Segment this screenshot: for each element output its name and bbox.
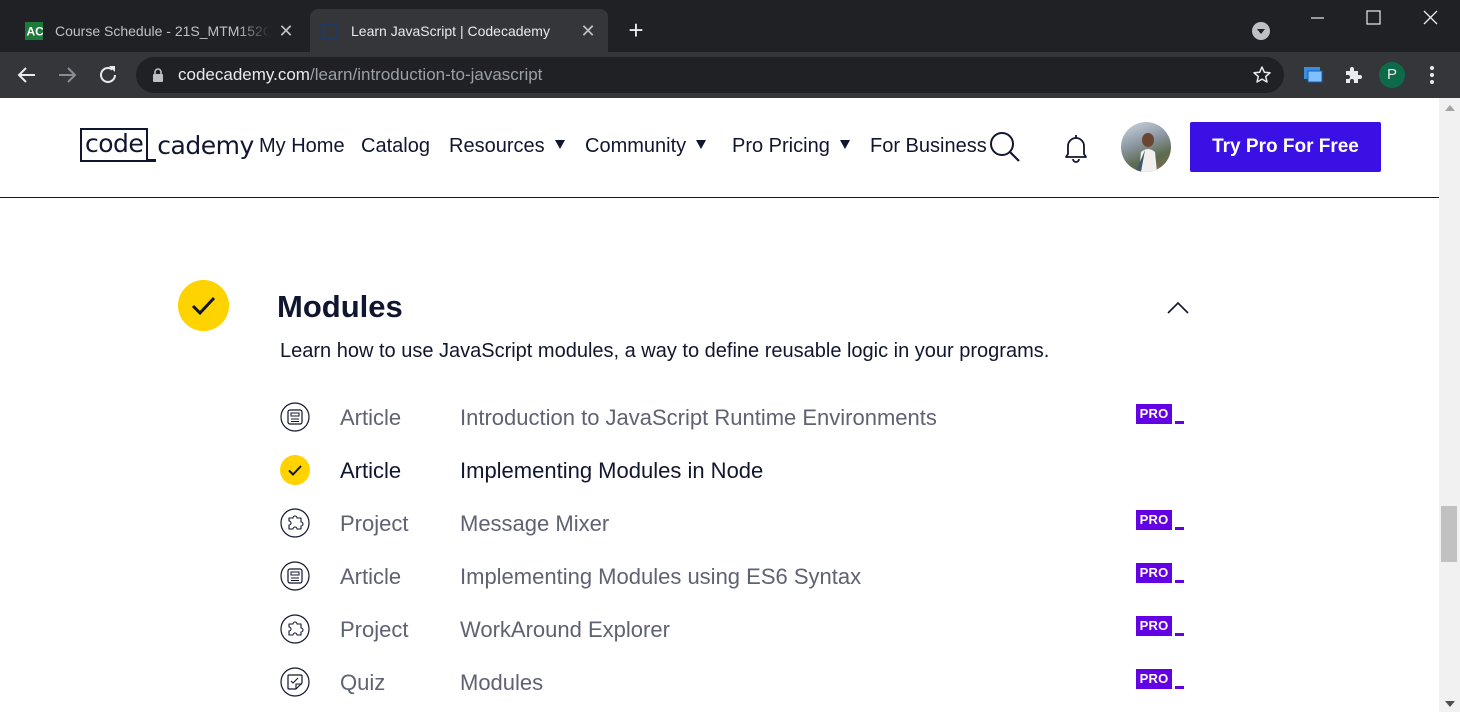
nav-for-business[interactable]: For Business: [870, 134, 987, 158]
extension-screen-icon[interactable]: [1302, 64, 1324, 86]
module-item-row[interactable]: Article Implementing Modules using ES6 S…: [280, 559, 1190, 593]
site-header: code cademy My Home Catalog Resources Com…: [0, 98, 1439, 198]
module-item-row[interactable]: Quiz Modules PRO: [280, 665, 1190, 699]
chrome-menu-icon[interactable]: [1424, 64, 1440, 86]
address-bar[interactable]: codecademy.com/learn/introduction-to-jav…: [136, 57, 1284, 93]
caret-down-icon: [554, 140, 565, 149]
browser-toolbar: codecademy.com/learn/introduction-to-jav…: [0, 52, 1460, 98]
pro-badge: PRO: [1136, 404, 1184, 426]
tab-close-icon[interactable]: ✕: [578, 21, 598, 41]
module-completed-check-icon: [178, 280, 229, 331]
module-description: Learn how to use JavaScript modules, a w…: [280, 340, 1050, 362]
user-avatar[interactable]: [1121, 122, 1171, 172]
back-arrow-icon[interactable]: [14, 62, 40, 88]
project-icon: [280, 508, 310, 538]
maximize-icon[interactable]: [1350, 0, 1396, 36]
svg-text:AC: AC: [27, 25, 44, 39]
minimize-icon[interactable]: [1294, 0, 1340, 36]
item-title[interactable]: Implementing Modules using ES6 Syntax: [460, 564, 861, 590]
pro-badge: PRO: [1136, 616, 1184, 638]
item-type: Article: [340, 405, 402, 430]
try-pro-button[interactable]: Try Pro For Free: [1190, 122, 1381, 172]
article-icon: [280, 561, 310, 591]
item-title[interactable]: Introduction to JavaScript Runtime Envir…: [460, 405, 937, 431]
nav-catalog[interactable]: Catalog: [361, 134, 430, 158]
pro-badge: PRO: [1136, 510, 1184, 532]
codecademy-logo[interactable]: code cademy: [80, 128, 254, 162]
module-item-row[interactable]: Project WorkAround Explorer PRO: [280, 612, 1190, 646]
forward-arrow-icon[interactable]: [54, 62, 80, 88]
url-text: codecademy.com/learn/introduction-to-jav…: [178, 65, 543, 84]
nav-community[interactable]: Community: [585, 134, 707, 158]
window-close-icon[interactable]: [1408, 0, 1454, 36]
pro-badge: PRO: [1136, 563, 1184, 585]
item-type: Project: [340, 617, 409, 642]
module-item-row[interactable]: Project Message Mixer PRO: [280, 506, 1190, 540]
nav-pro-pricing[interactable]: Pro Pricing: [732, 134, 850, 158]
item-type: Project: [340, 511, 409, 536]
scroll-up-arrow-icon[interactable]: [1445, 105, 1455, 111]
item-title[interactable]: WorkAround Explorer: [460, 617, 670, 643]
quiz-icon: [280, 667, 310, 697]
module-item-row[interactable]: Article Introduction to JavaScript Runti…: [280, 400, 1190, 434]
extensions-puzzle-icon[interactable]: [1342, 64, 1364, 86]
scrollbar-thumb[interactable]: [1441, 506, 1457, 562]
item-type: Quiz: [340, 670, 386, 695]
caret-down-icon: [696, 140, 707, 149]
browser-tab-codecademy[interactable]: Learn JavaScript | Codecademy ✕: [310, 9, 608, 52]
scroll-down-arrow-icon[interactable]: [1445, 701, 1455, 707]
project-icon: [280, 614, 310, 644]
pro-badge: PRO: [1136, 669, 1184, 691]
item-type: Article: [340, 564, 402, 589]
bookmark-star-icon[interactable]: [1252, 65, 1272, 85]
browser-tab-course-schedule[interactable]: AC Course Schedule - 21S_MTM152CIS101 ✕: [14, 9, 306, 52]
item-title[interactable]: Message Mixer: [460, 511, 609, 537]
caret-down-icon: [839, 140, 850, 149]
tab-close-icon[interactable]: ✕: [276, 21, 296, 41]
nav-my-home[interactable]: My Home: [259, 134, 345, 158]
chevron-up-icon[interactable]: [1166, 300, 1190, 316]
browser-tab-bar: AC Course Schedule - 21S_MTM152CIS101 ✕ …: [0, 0, 1460, 52]
nav-resources[interactable]: Resources: [449, 134, 565, 158]
lock-icon: [153, 68, 163, 82]
ac-favicon-icon: AC: [25, 22, 43, 40]
article-icon: [280, 402, 310, 432]
search-icon[interactable]: [989, 131, 1021, 163]
tab-title: Learn JavaScript | Codecademy: [351, 23, 550, 39]
page-scrollbar[interactable]: [1439, 98, 1460, 712]
item-title[interactable]: Implementing Modules in Node: [460, 458, 763, 484]
completed-check-icon: [280, 455, 310, 485]
item-title[interactable]: Modules: [460, 670, 543, 696]
item-type: Article: [340, 458, 402, 483]
new-tab-plus-icon[interactable]: +: [624, 17, 648, 43]
module-title: Modules: [277, 289, 403, 324]
codecademy-favicon-icon: [322, 23, 338, 39]
notification-bell-icon[interactable]: [1063, 133, 1089, 163]
tab-title: Course Schedule - 21S_MTM152CIS101: [55, 23, 270, 39]
reload-icon[interactable]: [95, 62, 121, 88]
chrome-profile-avatar[interactable]: P: [1379, 62, 1405, 88]
page-content: code cademy My Home Catalog Resources Com…: [0, 98, 1439, 712]
module-item-row[interactable]: Article Implementing Modules in Node: [280, 453, 1190, 487]
tab-search-dropdown-icon[interactable]: [1252, 22, 1270, 40]
